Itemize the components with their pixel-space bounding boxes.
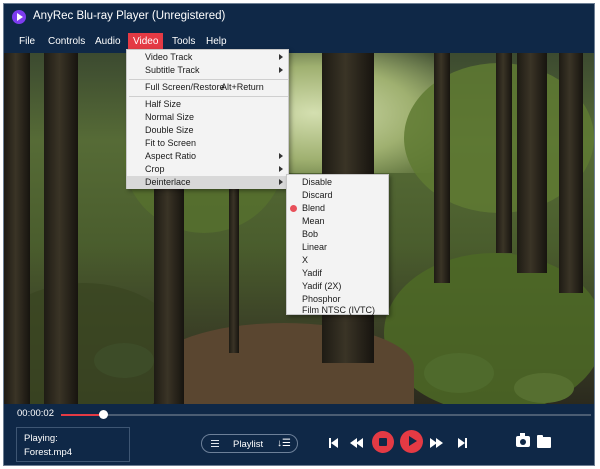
previous-track-icon[interactable]	[329, 438, 339, 448]
rock	[424, 353, 494, 393]
deinterlace-option-x[interactable]: X	[287, 254, 388, 267]
tree-trunk	[496, 53, 512, 253]
fullscreen-shortcut: Alt+Return	[221, 82, 264, 92]
video-menu: Video Track Subtitle Track Full Screen/R…	[126, 49, 289, 189]
menu-audio[interactable]: Audio	[90, 33, 126, 51]
menu-bar: File Controls Audio Video Tools Help	[4, 33, 594, 51]
menu-item-fit-to-screen[interactable]: Fit to Screen	[127, 137, 288, 150]
next-track-icon[interactable]	[458, 438, 468, 448]
app-logo-icon	[12, 10, 26, 24]
deinterlace-option-yadif[interactable]: Yadif	[287, 267, 388, 280]
now-playing-panel: Playing: Forest.mp4	[16, 427, 130, 462]
stop-button[interactable]	[372, 431, 394, 453]
forest-path	[154, 323, 414, 404]
menu-file[interactable]: File	[14, 33, 40, 51]
rock	[514, 373, 574, 403]
snapshot-camera-icon[interactable]	[516, 433, 530, 447]
menu-item-subtitle-track[interactable]: Subtitle Track	[127, 64, 288, 77]
menu-item-half-size[interactable]: Half Size	[127, 98, 288, 111]
submenu-arrow-icon	[279, 166, 283, 172]
tree-trunk	[517, 53, 547, 273]
deinterlace-option-film-ntsc[interactable]: Film NTSC (IVTC)	[287, 304, 388, 317]
menu-item-aspect-ratio[interactable]: Aspect Ratio	[127, 150, 288, 163]
deinterlace-option-yadif-2x[interactable]: Yadif (2X)	[287, 280, 388, 293]
seek-bar[interactable]	[61, 410, 591, 419]
submenu-arrow-icon	[279, 179, 283, 185]
rewind-icon[interactable]	[350, 438, 364, 448]
play-button[interactable]	[400, 430, 423, 453]
submenu-arrow-icon	[279, 153, 283, 159]
deinterlace-option-discard[interactable]: Discard	[287, 189, 388, 202]
sort-icon[interactable]: ↓☰	[277, 438, 291, 449]
title-bar: AnyRec Blu-ray Player (Unregistered)	[4, 4, 594, 30]
menu-item-deinterlace[interactable]: Deinterlace	[127, 176, 288, 189]
deinterlace-option-bob[interactable]: Bob	[287, 228, 388, 241]
now-playing-label: Playing:	[24, 433, 58, 444]
menu-item-crop[interactable]: Crop	[127, 163, 288, 176]
tree-trunk	[434, 53, 450, 283]
menu-item-double-size[interactable]: Double Size	[127, 124, 288, 137]
submenu-arrow-icon	[279, 67, 283, 73]
fast-forward-icon[interactable]	[430, 438, 444, 448]
now-playing-file: Forest.mp4	[24, 447, 73, 458]
deinterlace-option-mean[interactable]: Mean	[287, 215, 388, 228]
menu-controls[interactable]: Controls	[43, 33, 90, 51]
tree-trunk	[229, 173, 239, 353]
tree-trunk	[4, 53, 30, 404]
deinterlace-option-blend[interactable]: Blend	[287, 202, 388, 215]
seek-handle[interactable]	[98, 410, 108, 419]
window-title: AnyRec Blu-ray Player (Unregistered)	[33, 10, 226, 22]
playlist-button[interactable]: Playlist ↓☰	[201, 434, 298, 453]
menu-item-video-track[interactable]: Video Track	[127, 51, 288, 64]
menu-item-fullscreen[interactable]: Full Screen/Restore Alt+Return	[127, 81, 288, 94]
rock	[94, 343, 154, 378]
menu-separator	[129, 79, 288, 80]
deinterlace-option-disable[interactable]: Disable	[287, 176, 388, 189]
menu-separator	[129, 96, 288, 97]
seek-bar-fill	[61, 414, 104, 416]
submenu-arrow-icon	[279, 54, 283, 60]
open-folder-icon[interactable]	[537, 435, 551, 448]
menu-item-normal-size[interactable]: Normal Size	[127, 111, 288, 124]
tree-trunk	[44, 53, 78, 404]
deinterlace-option-linear[interactable]: Linear	[287, 241, 388, 254]
selected-radio-icon	[290, 205, 297, 212]
list-icon	[211, 440, 219, 447]
player-window: AnyRec Blu-ray Player (Unregistered) Fil…	[3, 3, 595, 466]
playlist-label: Playlist	[233, 439, 264, 450]
tree-trunk	[154, 173, 184, 404]
deinterlace-submenu: Disable Discard Blend Mean Bob Linear X …	[286, 174, 389, 315]
tree-trunk	[559, 53, 583, 293]
current-time: 00:00:02	[17, 408, 54, 419]
